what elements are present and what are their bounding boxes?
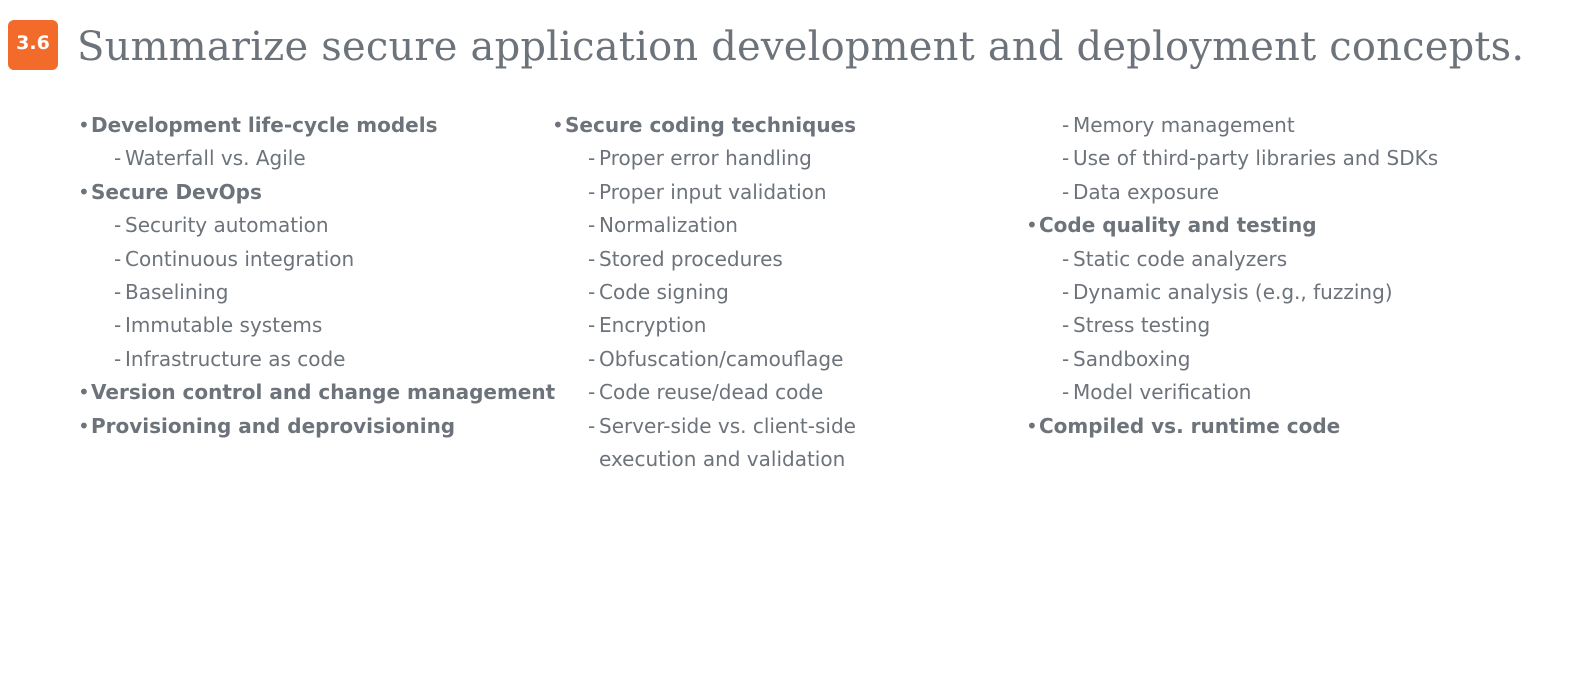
subtopic-continuation: execution and validation [552, 443, 856, 476]
dash-icon: - [1062, 113, 1070, 137]
subtopic-item: - Baselining [78, 276, 555, 309]
column-2: •Secure coding techniques - Proper error h… [552, 109, 856, 476]
dash-icon: - [114, 146, 122, 171]
dash-icon: - [114, 346, 122, 371]
dash-icon: - [588, 146, 596, 171]
bullet-icon: • [1026, 213, 1038, 238]
dash-icon: - [588, 413, 596, 438]
dash-icon: - [588, 313, 596, 338]
bullet-icon: • [1026, 413, 1038, 438]
dash-icon: - [588, 213, 596, 238]
subtopic-item: - Static code analyzers [1026, 243, 1438, 276]
dash-icon: - [1062, 179, 1070, 204]
dash-icon: - [1062, 146, 1070, 171]
dash-icon: - [114, 213, 122, 238]
column-3: - Memory management - Use of third-party li… [1026, 109, 1438, 443]
item-text: Infrastructure as code [125, 346, 346, 371]
subtopic-item: - Stored procedures [552, 243, 856, 276]
item-text: Static code analyzers [1073, 246, 1288, 271]
subtopic-item: - Memory management [1026, 109, 1438, 142]
section-number-badge: 3.6 [8, 20, 58, 70]
subtopic-item: - Data exposure [1026, 176, 1438, 209]
item-text: execution and validation [599, 446, 846, 471]
item-text: Encryption [599, 313, 707, 338]
item-text: Provisioning and deprovisioning [91, 413, 456, 438]
item-text: Secure DevOps [91, 179, 262, 204]
dash-icon: - [588, 179, 596, 204]
dash-icon: - [1062, 246, 1070, 271]
page-title: Summarize secure application development… [77, 24, 1525, 70]
bullet-icon: • [552, 113, 564, 137]
subtopic-item: - Proper input validation [552, 176, 856, 209]
subtopic-item: - Normalization [552, 209, 856, 242]
item-text: Waterfall vs. Agile [125, 146, 306, 171]
item-text: Data exposure [1073, 179, 1220, 204]
topic-heading: •Secure DevOps [78, 176, 555, 209]
dash-icon: - [1062, 346, 1070, 371]
subtopic-item: - Server-side vs. client-side [552, 410, 856, 443]
item-text: Proper input validation [599, 179, 827, 204]
item-text: Security automation [125, 213, 329, 238]
item-text: Immutable systems [125, 313, 323, 338]
item-text: Version control and change management [91, 380, 556, 405]
item-text: Continuous integration [125, 246, 355, 271]
topic-heading: •Code quality and testing [1026, 209, 1438, 242]
subtopic-item: - Proper error handling [552, 142, 856, 175]
dash-icon: - [114, 279, 122, 304]
item-text: Baselining [125, 279, 229, 304]
subtopic-item: - Waterfall vs. Agile [78, 142, 555, 175]
subtopic-item: - Security automation [78, 209, 555, 242]
item-text: Stress testing [1073, 313, 1211, 338]
subtopic-item: - Stress testing [1026, 309, 1438, 342]
dash-icon: - [588, 279, 596, 304]
subtopic-item: - Dynamic analysis (e.g., fuzzing) [1026, 276, 1438, 309]
dash-icon: - [588, 346, 596, 371]
topic-heading: •Compiled vs. runtime code [1026, 410, 1438, 443]
item-text: Sandboxing [1073, 346, 1191, 371]
item-text: Code signing [599, 279, 729, 304]
topic-heading: •Version control and change management [78, 376, 555, 409]
item-text: Model verification [1073, 380, 1252, 405]
subtopic-item: - Code signing [552, 276, 856, 309]
dash-icon: - [1062, 279, 1070, 304]
dash-icon: - [1062, 380, 1070, 405]
topic-heading: •Development life-cycle models [78, 109, 555, 142]
item-text: Use of third-party libraries and SDKs [1073, 146, 1439, 171]
dash-icon: - [588, 246, 596, 271]
bullet-icon: • [78, 380, 90, 405]
item-text: Development life-cycle models [91, 113, 438, 137]
bullet-icon: • [78, 179, 90, 204]
item-text: Dynamic analysis (e.g., fuzzing) [1073, 279, 1393, 304]
item-text: Server-side vs. client-side [599, 413, 856, 438]
dash-icon: - [114, 313, 122, 338]
item-text: Obfuscation/camouflage [599, 346, 844, 371]
subtopic-item: - Model verification [1026, 376, 1438, 409]
subtopic-item: - Immutable systems [78, 309, 555, 342]
bullet-icon: • [78, 413, 90, 438]
subtopic-item: - Use of third-party libraries and SDKs [1026, 142, 1438, 175]
dash-icon: - [588, 380, 596, 405]
column-1: •Development life-cycle models - Waterfall… [78, 109, 555, 443]
topic-heading: •Provisioning and deprovisioning [78, 410, 555, 443]
item-text: Compiled vs. runtime code [1039, 413, 1341, 438]
item-text: Code quality and testing [1039, 213, 1317, 238]
subtopic-item: - Sandboxing [1026, 343, 1438, 376]
subtopic-item: - Continuous integration [78, 243, 555, 276]
item-text: Stored procedures [599, 246, 783, 271]
item-text: Proper error handling [599, 146, 812, 171]
topic-heading: •Secure coding techniques [552, 109, 856, 142]
subtopic-item: - Infrastructure as code [78, 343, 555, 376]
bullet-icon: • [78, 113, 90, 137]
item-text: Normalization [599, 213, 738, 238]
subtopic-item: - Encryption [552, 309, 856, 342]
item-text: Secure coding techniques [565, 113, 857, 137]
item-text: Memory management [1073, 113, 1295, 137]
subtopic-item: - Obfuscation/camouflage [552, 343, 856, 376]
dash-icon: - [114, 246, 122, 271]
subtopic-item: - Code reuse/dead code [552, 376, 856, 409]
item-text: Code reuse/dead code [599, 380, 824, 405]
dash-icon: - [1062, 313, 1070, 338]
